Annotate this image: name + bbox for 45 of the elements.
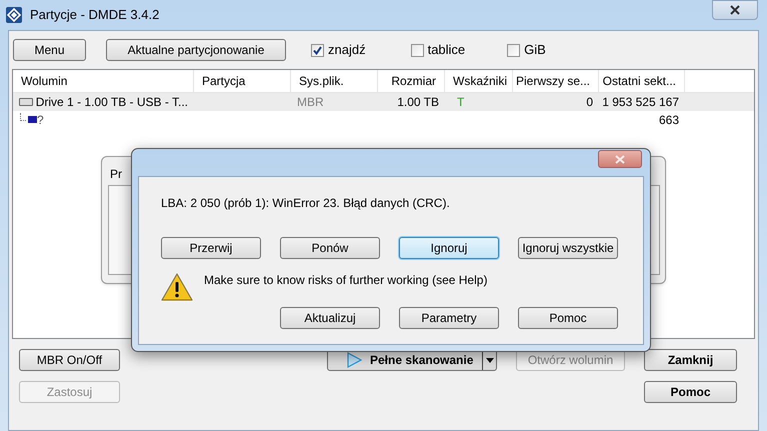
volume-icon (28, 116, 37, 122)
mbr-toggle-button[interactable]: MBR On/Off (19, 349, 120, 371)
close-icon (615, 154, 625, 164)
table-cell-text: 663 (658, 112, 679, 129)
drive-icon (19, 98, 33, 106)
dialog-button[interactable]: Ignoruj (399, 237, 499, 259)
column-header[interactable]: Ostatni sekt... (599, 70, 685, 92)
dialog-button[interactable]: Pomoc (518, 307, 618, 329)
table-cell-text: ? (37, 112, 44, 129)
caret-icon (486, 358, 494, 362)
error-message: LBA: 2 050 (prób 1): WinError 23. Błąd danych (CRC). (161, 195, 451, 212)
check-icon (312, 44, 323, 56)
checkbox[interactable]: znajdź (311, 40, 366, 60)
dialog-button[interactable]: Ignoruj wszystkie (518, 237, 618, 259)
column-header[interactable]: Sys.plik. (291, 70, 378, 92)
column-header[interactable]: Wskaźniki (445, 70, 513, 92)
dialog-button[interactable]: Ponów (280, 237, 380, 259)
menu-button[interactable]: Menu (13, 39, 86, 61)
table-row[interactable]: Drive 1 - 1.00 TB - USB - T... MBR 1.00 TB T 0 1 953 525 167 (13, 93, 754, 111)
table-cell-text: 0 (586, 94, 593, 111)
checkbox[interactable]: tablice (410, 40, 466, 60)
table-cell-text: MBR (297, 94, 324, 111)
close-icon (730, 5, 740, 15)
partitioning-button[interactable]: Aktualne partycjonowanie (106, 39, 286, 61)
dialog-button[interactable]: Parametry (399, 307, 499, 329)
table-cell-text: 1 953 525 167 (602, 94, 679, 111)
table-cell-text: T (457, 94, 464, 111)
column-header[interactable]: Pierwszy se... (513, 70, 599, 92)
close-window-button[interactable]: Zamknij (644, 349, 737, 371)
table-cell-text: Drive 1 - 1.00 TB - USB - T... (36, 94, 188, 111)
column-header[interactable]: Partycja (194, 70, 291, 92)
warning-text: Make sure to know risks of further working (see Help) (204, 272, 488, 289)
table-cell-text: 1.00 TB (397, 94, 439, 111)
table-row[interactable]: ? 663 (13, 111, 754, 129)
app-icon (6, 7, 22, 23)
column-header[interactable]: Wolumin (13, 70, 194, 92)
window-title: Partycje - DMDE 3.4.2 (30, 6, 160, 24)
warning-icon (161, 273, 193, 301)
help-button[interactable]: Pomoc (644, 381, 737, 403)
checkbox[interactable]: GiB (507, 40, 546, 60)
dialog-title: Pr (110, 166, 122, 183)
dialog-button[interactable]: Przerwij (161, 237, 261, 259)
column-header[interactable]: Rozmiar (378, 70, 445, 92)
dialog-button[interactable]: Aktualizuj (280, 307, 380, 329)
close-button[interactable] (712, 0, 758, 20)
